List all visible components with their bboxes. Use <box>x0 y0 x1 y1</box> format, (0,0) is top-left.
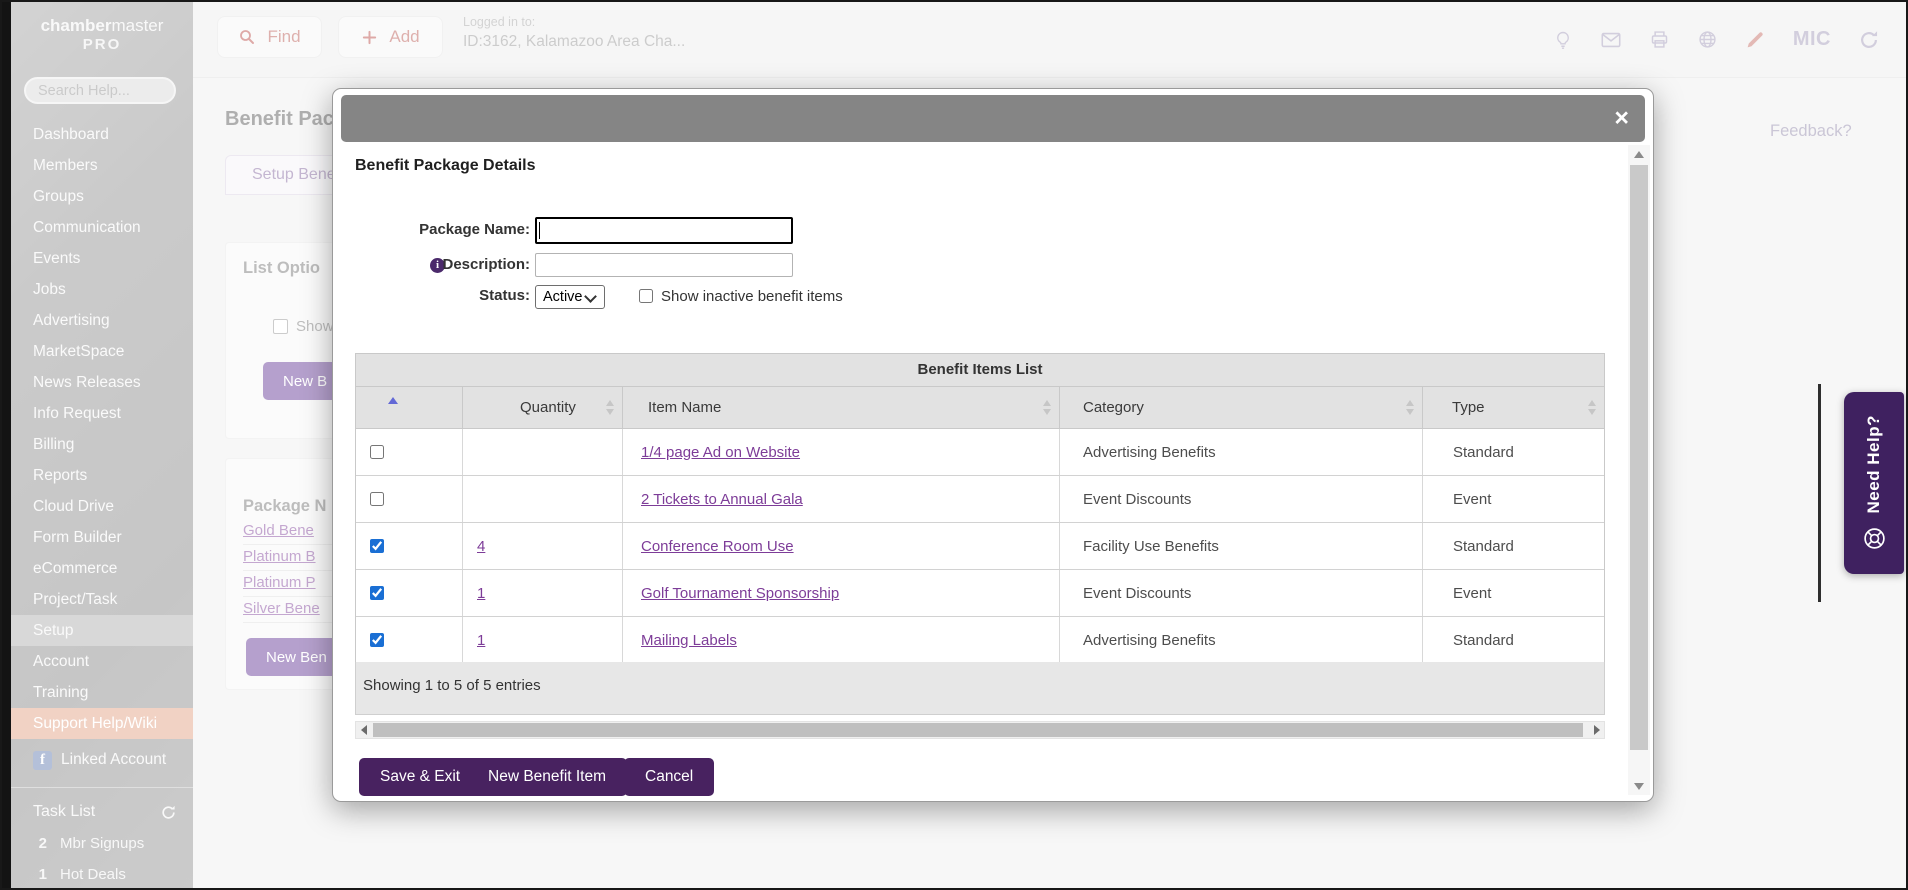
item-name-link[interactable]: Conference Room Use <box>641 538 794 555</box>
type-cell: Standard <box>1423 523 1604 569</box>
horizontal-scroll-thumb[interactable] <box>373 723 1583 737</box>
row-checkbox[interactable] <box>370 586 384 600</box>
modal-title: Benefit Package Details <box>355 157 536 175</box>
chevron-down-icon <box>584 290 597 303</box>
table-row: 1/4 page Ad on Website Advertising Benef… <box>356 429 1604 476</box>
text-caret <box>539 222 540 239</box>
description-input[interactable] <box>535 253 793 277</box>
sort-icons <box>1588 400 1596 415</box>
column-header-category[interactable]: Category <box>1060 387 1423 428</box>
package-name-label: Package Name: <box>373 221 530 238</box>
scroll-left-icon[interactable] <box>356 722 371 738</box>
table-header-row: Quantity Item Name Category Type <box>356 387 1604 429</box>
category-cell: Facility Use Benefits <box>1060 523 1423 569</box>
show-inactive-label: Show inactive benefit items <box>661 288 843 305</box>
sort-icons <box>1043 400 1051 415</box>
category-cell: Advertising Benefits <box>1060 617 1423 663</box>
column-header-type[interactable]: Type <box>1423 387 1604 428</box>
type-cell: Event <box>1423 476 1604 522</box>
description-label: Description: <box>373 256 530 273</box>
type-cell: Event <box>1423 570 1604 616</box>
category-cell: Event Discounts <box>1060 476 1423 522</box>
row-checkbox[interactable] <box>370 539 384 553</box>
quantity-cell: 1 <box>463 570 623 616</box>
vertical-scrollbar[interactable] <box>1628 145 1650 795</box>
need-help-label: Need Help? <box>1864 415 1884 514</box>
show-inactive-checkbox[interactable] <box>639 289 653 303</box>
item-name-link[interactable]: 1/4 page Ad on Website <box>641 444 800 461</box>
column-header-select[interactable] <box>356 387 463 428</box>
item-name-link[interactable]: Golf Tournament Sponsorship <box>641 585 839 602</box>
category-cell: Advertising Benefits <box>1060 429 1423 475</box>
scroll-down-icon[interactable] <box>1628 777 1650 795</box>
table-footer: Showing 1 to 5 of 5 entries <box>355 662 1605 715</box>
row-checkbox[interactable] <box>370 492 384 506</box>
vertical-scroll-thumb[interactable] <box>1630 165 1648 750</box>
table-row: 1 Mailing Labels Advertising Benefits St… <box>356 617 1604 663</box>
quantity-cell <box>463 429 623 475</box>
status-label: Status: <box>373 287 530 304</box>
life-buoy-icon <box>1862 526 1887 551</box>
table-row: 4 Conference Room Use Facility Use Benef… <box>356 523 1604 570</box>
status-value: Active <box>543 289 583 305</box>
quantity-cell: 1 <box>463 617 623 663</box>
column-header-quantity[interactable]: Quantity <box>463 387 623 428</box>
app-window: chambermaster PRO Dashboard Members Grou… <box>0 0 1908 890</box>
cancel-button[interactable]: Cancel <box>624 758 714 796</box>
benefit-items-table: Benefit Items List Quantity Item Name Ca… <box>355 353 1605 665</box>
table-row: 2 Tickets to Annual Gala Event Discounts… <box>356 476 1604 523</box>
item-name-link[interactable]: 2 Tickets to Annual Gala <box>641 491 803 508</box>
horizontal-scrollbar[interactable] <box>355 721 1605 739</box>
status-select[interactable]: Active <box>535 285 605 309</box>
sort-icons <box>1406 400 1414 415</box>
type-cell: Standard <box>1423 617 1604 663</box>
save-exit-button[interactable]: Save & Exit <box>359 758 481 796</box>
table-row: 1 Golf Tournament Sponsorship Event Disc… <box>356 570 1604 617</box>
new-benefit-item-button[interactable]: New Benefit Item <box>467 758 627 796</box>
need-help-tab[interactable]: Need Help? <box>1844 392 1904 574</box>
benefit-package-details-modal: × Benefit Package Details Package Name: … <box>332 88 1654 802</box>
column-header-item-name[interactable]: Item Name <box>623 387 1060 428</box>
quantity-cell: 4 <box>463 523 623 569</box>
type-cell: Standard <box>1423 429 1604 475</box>
category-cell: Event Discounts <box>1060 570 1423 616</box>
right-edge-line <box>1818 384 1821 602</box>
window-edge <box>2 2 11 888</box>
sort-icons <box>606 400 614 415</box>
close-icon[interactable]: × <box>1614 104 1629 132</box>
item-name-link[interactable]: Mailing Labels <box>641 632 737 649</box>
row-checkbox[interactable] <box>370 633 384 647</box>
table-caption: Benefit Items List <box>356 354 1604 387</box>
sort-asc-icon <box>388 397 398 404</box>
quantity-cell <box>463 476 623 522</box>
scroll-up-icon[interactable] <box>1628 145 1650 163</box>
scroll-right-icon[interactable] <box>1589 722 1604 738</box>
package-name-input[interactable] <box>535 217 793 244</box>
row-checkbox[interactable] <box>370 445 384 459</box>
modal-title-bar[interactable]: × <box>341 95 1645 142</box>
